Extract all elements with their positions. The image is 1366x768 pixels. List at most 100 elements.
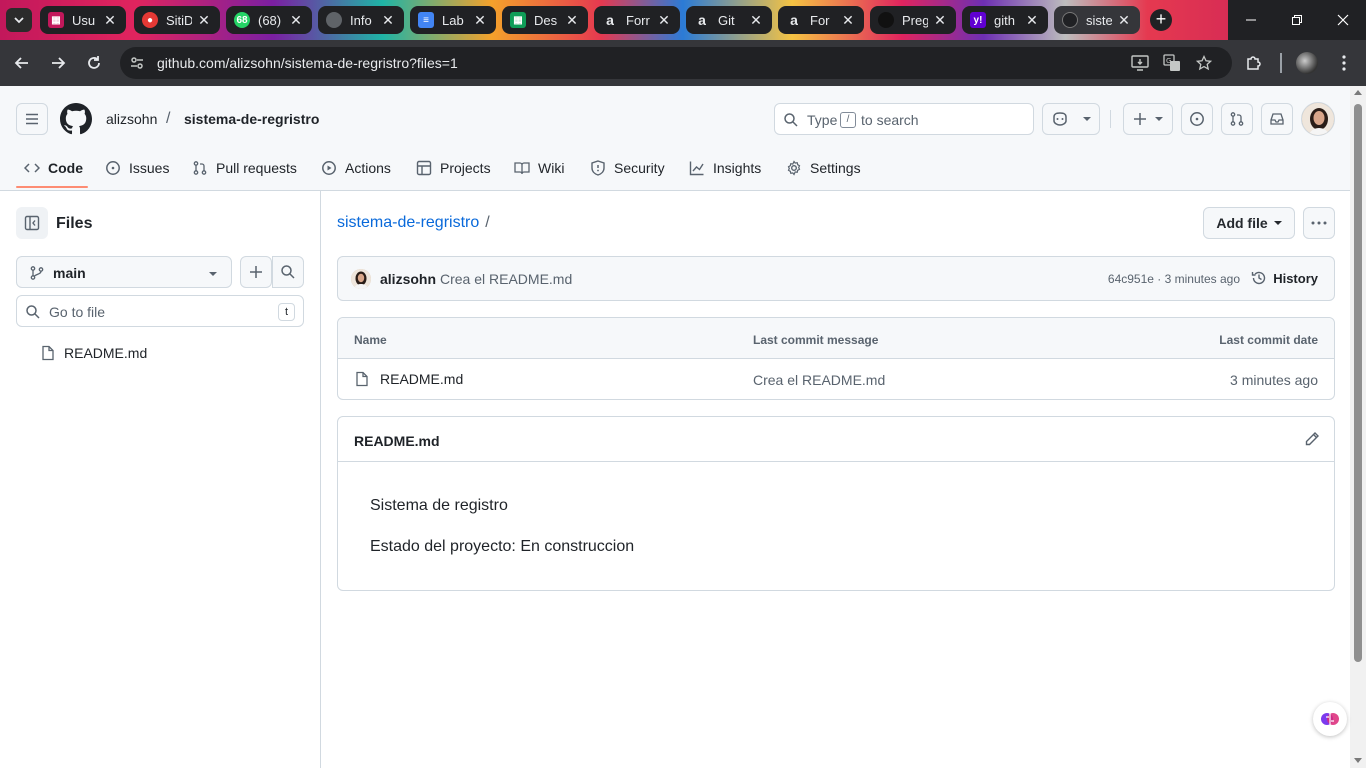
close-icon[interactable]: ✕ [196,12,212,28]
table-row[interactable]: README.md Crea el README.md 3 minutes ag… [338,359,1334,399]
book-icon [514,162,530,175]
commit-message-link[interactable]: Crea el README.md [440,271,572,287]
browser-tab-active[interactable]: siste ✕ [1054,6,1140,34]
translate-icon[interactable]: G [1162,53,1182,73]
triangle-down-icon [209,272,217,276]
tab-wiki[interactable]: Wiki [514,158,564,178]
browser-tab[interactable]: ● SitiD ✕ [134,6,220,34]
close-icon[interactable]: ✕ [102,12,118,28]
browser-tab[interactable]: ▦ Des ✕ [502,6,588,34]
close-icon[interactable]: ✕ [932,12,948,28]
collapse-sidebar-button[interactable] [16,207,48,239]
star-icon[interactable] [1194,53,1214,73]
close-icon[interactable]: ✕ [380,12,396,28]
play-icon [322,161,336,175]
minimize-button[interactable] [1228,0,1274,40]
edit-readme-button[interactable] [1304,431,1320,447]
history-button[interactable]: History [1251,270,1318,286]
scrollbar-thumb[interactable] [1354,104,1362,662]
tab-title: Usu [72,12,96,28]
tab-actions[interactable]: Actions [321,158,391,178]
add-file-icon-button[interactable] [240,256,272,288]
site-settings-icon[interactable] [127,53,147,73]
tab-insights[interactable]: Insights [689,158,761,178]
address-bar[interactable]: github.com/alizsohn/sistema-de-regristro… [120,47,1232,79]
tab-settings[interactable]: Settings [786,158,861,178]
browser-tab[interactable]: a Git ✕ [686,6,772,34]
add-file-button[interactable]: Add file [1203,207,1295,239]
file-commit-message-link[interactable]: Crea el README.md [753,372,885,388]
close-icon[interactable]: ✕ [748,12,764,28]
readme-title[interactable]: README.md [354,433,440,449]
inbox-button[interactable] [1261,103,1293,135]
search-prefix: Type [807,112,838,128]
user-avatar[interactable] [1301,102,1335,136]
tab-title: Forr [626,12,650,28]
tab-security[interactable]: Security [590,158,665,178]
extensions-button[interactable] [1240,49,1268,77]
browser-tab[interactable]: Info ✕ [318,6,404,34]
search-input[interactable]: Type / to search [774,103,1034,135]
column-message-header: Last commit message [753,333,879,347]
tab-projects[interactable]: Projects [416,158,491,178]
close-icon[interactable]: ✕ [288,12,304,28]
commit-author-link[interactable]: alizsohn [380,271,436,287]
branch-selector[interactable]: main [16,256,232,288]
reload-button[interactable] [80,49,108,77]
readme-header: README.md [338,417,1334,462]
create-new-button[interactable] [1123,103,1173,135]
ai-assistant-button[interactable] [1313,702,1347,736]
search-files-button[interactable] [272,256,304,288]
scroll-up-arrow[interactable] [1354,90,1362,95]
tab-code[interactable]: Code [24,158,83,178]
tab-pull-requests[interactable]: Pull requests [192,158,297,178]
browser-tab[interactable]: ≡ Lab ✕ [410,6,496,34]
tab-search-button[interactable] [6,8,32,32]
close-icon[interactable]: ✕ [1024,12,1040,28]
brain-icon [1321,713,1339,725]
readme-line: Estado del proyecto: En construccion [370,538,635,555]
new-tab-button[interactable]: + [1150,9,1172,31]
close-icon[interactable]: ✕ [472,12,488,28]
chrome-menu-button[interactable] [1330,49,1358,77]
github-logo-icon[interactable] [60,103,92,135]
close-icon[interactable]: ✕ [564,12,580,28]
issues-button[interactable] [1181,103,1213,135]
close-window-button[interactable] [1320,0,1366,40]
commit-hash-and-time[interactable]: 64c951e · 3 minutes ago [1108,272,1240,286]
close-icon[interactable]: ✕ [1116,12,1132,28]
tab-label: Issues [129,160,170,176]
commit-author-avatar[interactable] [351,269,371,289]
browser-tab[interactable]: Preg ✕ [870,6,956,34]
browser-tab[interactable]: 68 (68) ✕ [226,6,312,34]
github-header: alizsohn / sistema-de-regristro Type / t… [0,86,1366,191]
breadcrumb-repo-link[interactable]: sistema-de-regristro [337,214,479,231]
close-icon[interactable]: ✕ [840,12,856,28]
pull-request-icon [1230,112,1244,126]
go-to-file-input[interactable]: Go to file t [16,295,304,327]
history-icon [1252,271,1266,285]
file-name-link[interactable]: README.md [354,371,463,387]
close-icon[interactable]: ✕ [656,12,672,28]
back-button[interactable] [8,49,36,77]
pull-requests-button[interactable] [1221,103,1253,135]
more-options-button[interactable] [1303,207,1335,239]
install-app-icon[interactable] [1130,53,1150,73]
tree-file-item[interactable]: README.md [40,345,147,361]
copilot-button[interactable] [1042,103,1100,135]
tab-issues[interactable]: Issues [105,158,169,178]
scroll-down-arrow[interactable] [1354,758,1362,763]
page-scrollbar[interactable] [1350,86,1366,768]
repo-owner-link[interactable]: alizsohn [106,111,157,127]
repo-name-link[interactable]: sistema-de-regristro [184,111,319,127]
browser-tab[interactable]: a Forr ✕ [594,6,680,34]
pull-request-icon [193,161,207,175]
restore-button[interactable] [1274,0,1320,40]
browser-tab[interactable]: y! gith ✕ [962,6,1048,34]
forward-button[interactable] [44,49,72,77]
browser-tab[interactable]: a For ✕ [778,6,864,34]
branch-name: main [53,265,86,281]
profile-button[interactable] [1293,49,1321,77]
browser-tab[interactable]: ▦ Usu ✕ [40,6,126,34]
hamburger-button[interactable] [16,103,48,135]
